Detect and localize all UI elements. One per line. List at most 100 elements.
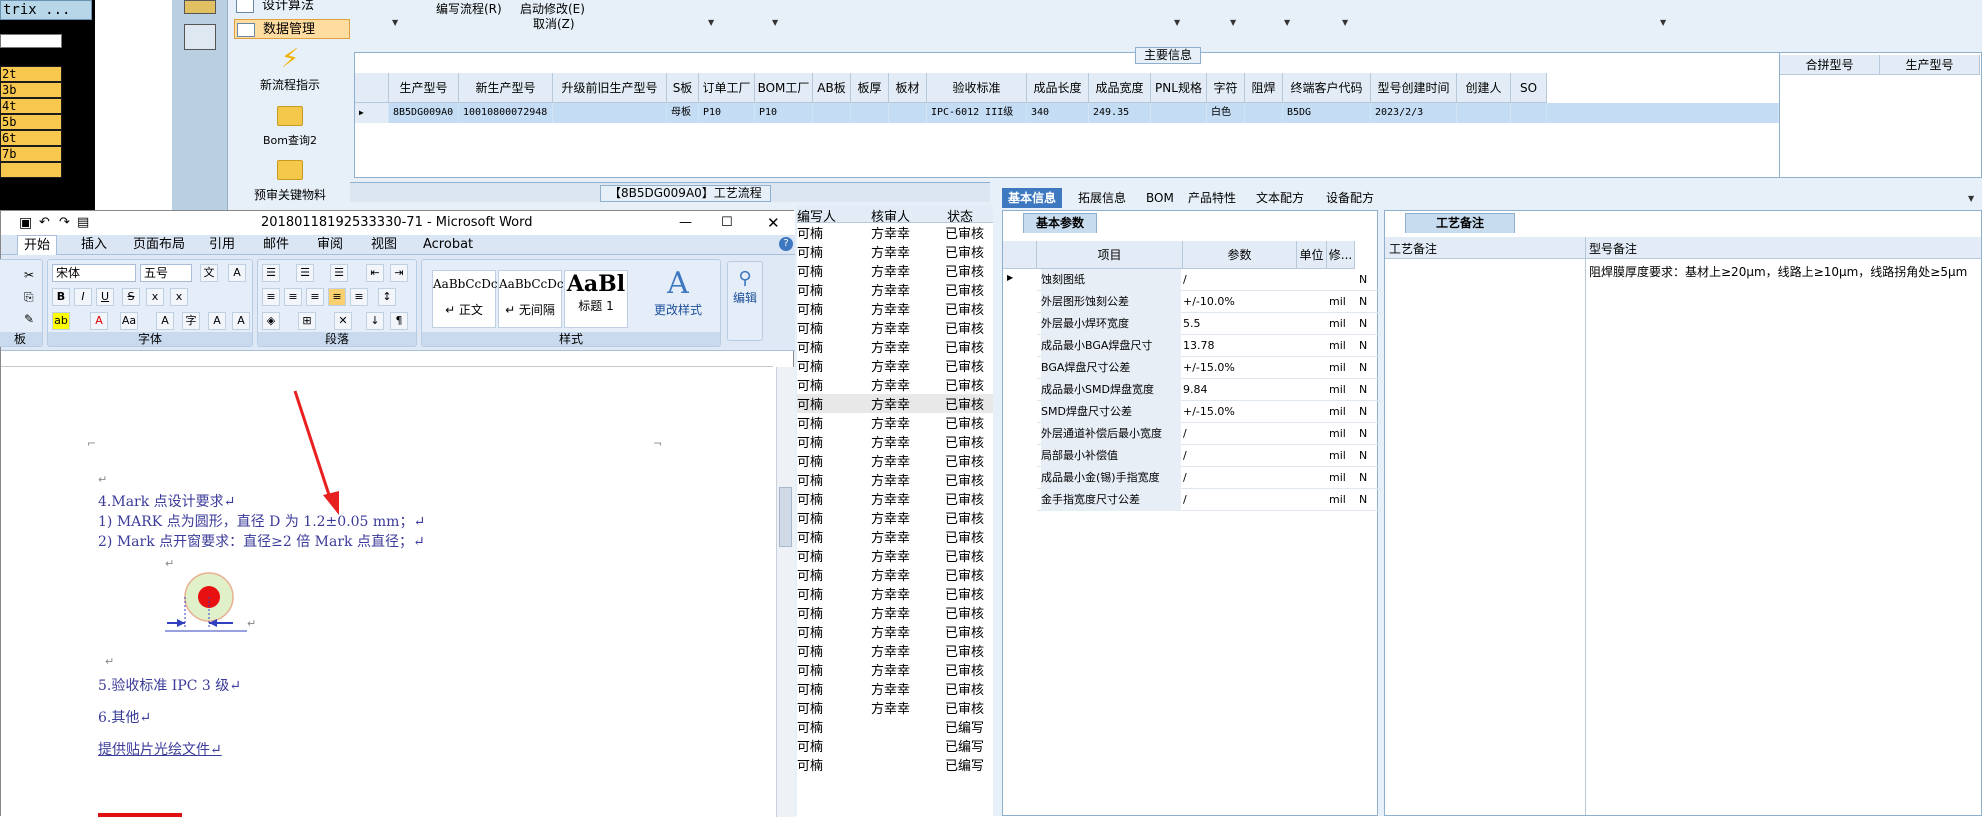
table-row[interactable]: 可楠 方幸幸 已审核 bbox=[797, 356, 993, 375]
main-row-cell[interactable] bbox=[813, 103, 851, 123]
main-col-header[interactable]: 升级前旧生产型号 bbox=[553, 73, 667, 103]
main-row-cell[interactable] bbox=[851, 103, 889, 123]
main-row-cell[interactable] bbox=[1457, 103, 1511, 123]
table-row[interactable]: 蚀刻图纸 / N bbox=[1037, 269, 1381, 291]
tab-page-layout[interactable]: 页面布局 bbox=[133, 235, 185, 255]
main-row-cell[interactable] bbox=[889, 103, 927, 123]
table-row[interactable]: 可楠 方幸幸 已审核 bbox=[797, 565, 993, 584]
align-left-icon[interactable]: ≡ bbox=[262, 288, 280, 306]
table-row[interactable]: 可楠 方幸幸 已审核 bbox=[797, 584, 993, 603]
toolbox-icon[interactable] bbox=[184, 0, 216, 14]
col-model-note[interactable]: 型号备注 bbox=[1589, 240, 1637, 257]
main-col-header[interactable]: S板 bbox=[667, 73, 699, 103]
menu-edit-flow[interactable]: 编写流程(R) bbox=[436, 0, 502, 17]
col-reviewer[interactable]: 核审人 bbox=[871, 206, 910, 222]
subtab-basic-params[interactable]: 基本参数 bbox=[1023, 213, 1098, 233]
main-col-header[interactable]: 成品宽度 bbox=[1089, 73, 1151, 103]
chevron-down-icon[interactable]: ▼ bbox=[708, 18, 714, 27]
table-row[interactable]: 可楠 方幸幸 已审核 bbox=[797, 394, 993, 413]
chevron-down-icon[interactable]: ▼ bbox=[1174, 18, 1180, 27]
doc-line[interactable]: 提供贴片光绘文件↵ bbox=[98, 739, 222, 759]
main-col-header[interactable]: 新生产型号 bbox=[459, 73, 553, 103]
col-param[interactable]: 参数 bbox=[1183, 241, 1297, 269]
col-writer[interactable]: 编写人 bbox=[797, 206, 836, 222]
change-styles-button[interactable]: A 更改样式 bbox=[640, 266, 716, 318]
main-col-header[interactable]: 字符 bbox=[1207, 73, 1245, 103]
main-col-header[interactable]: 订单工厂 bbox=[699, 73, 755, 103]
main-row-cell[interactable]: 白色 bbox=[1207, 103, 1245, 123]
col-unit[interactable]: 单位 bbox=[1297, 241, 1327, 269]
borders-icon[interactable]: ⊞ bbox=[298, 312, 316, 330]
undo-icon[interactable]: ↶ bbox=[39, 211, 50, 235]
main-col-header[interactable]: AB板 bbox=[813, 73, 851, 103]
table-row[interactable]: 可楠 方幸幸 已审核 bbox=[797, 546, 993, 565]
format-painter-icon[interactable]: ✎ bbox=[24, 312, 34, 326]
main-row-cell[interactable]: 2023/2/3 bbox=[1371, 103, 1457, 123]
multilevel-list-icon[interactable]: ☰ bbox=[330, 264, 348, 282]
save-icon[interactable]: ▣ bbox=[19, 211, 32, 235]
main-row-cell[interactable]: P10 bbox=[699, 103, 755, 123]
bold-button[interactable]: B bbox=[52, 288, 70, 306]
shrink-font-icon[interactable]: A bbox=[232, 312, 250, 330]
side-header-merged-model[interactable]: 合拼型号 bbox=[1780, 55, 1880, 75]
table-row[interactable]: 外层图形蚀刻公差 +/-10.0% mil N bbox=[1037, 291, 1381, 313]
table-row[interactable]: 可楠 方幸幸 已审核 bbox=[797, 280, 993, 299]
matrix-input[interactable] bbox=[0, 34, 62, 48]
tab-text-recipe[interactable]: 文本配方 bbox=[1250, 188, 1310, 208]
main-col-header[interactable]: 板材 bbox=[889, 73, 927, 103]
main-row-cell[interactable]: 母板 bbox=[667, 103, 699, 123]
nav-item-data-management[interactable]: 数据管理 bbox=[234, 19, 350, 39]
tab-product-features[interactable]: 产品特性 bbox=[1182, 188, 1242, 208]
tab-equipment-recipe[interactable]: 设备配方 bbox=[1320, 188, 1380, 208]
change-case-icon[interactable]: Aa bbox=[120, 312, 138, 330]
edit-button[interactable]: ⚲ 编辑 bbox=[727, 261, 763, 341]
bullets-icon[interactable]: ☰ bbox=[262, 264, 280, 282]
tab-home[interactable]: 开始 bbox=[17, 235, 58, 255]
main-col-header[interactable]: 生产型号 bbox=[389, 73, 459, 103]
layer-item[interactable]: 4t bbox=[0, 98, 62, 114]
grow-font-icon[interactable]: A bbox=[208, 312, 226, 330]
maximize-icon[interactable]: ☐ bbox=[721, 211, 733, 235]
style-heading-1[interactable]: AaBl 标题 1 bbox=[564, 270, 628, 328]
table-row[interactable]: 可楠 方幸幸 已审核 bbox=[797, 432, 993, 451]
table-row[interactable]: 可楠 方幸幸 已审核 bbox=[797, 413, 993, 432]
redo-icon[interactable]: ↷ bbox=[59, 211, 70, 235]
decrease-indent-icon[interactable]: ⇤ bbox=[366, 264, 384, 282]
main-row-cell[interactable] bbox=[553, 103, 667, 123]
ruler[interactable] bbox=[1, 351, 773, 367]
table-row[interactable]: 可楠 方幸幸 已审核 bbox=[797, 318, 993, 337]
col-process-note[interactable]: 工艺备注 bbox=[1389, 240, 1437, 257]
char-border-icon[interactable]: A bbox=[228, 264, 246, 282]
main-row-cell[interactable] bbox=[1245, 103, 1283, 123]
align-center-icon[interactable]: ≡ bbox=[284, 288, 302, 306]
tab-review[interactable]: 审阅 bbox=[317, 235, 343, 255]
subscript-button[interactable]: x bbox=[146, 288, 164, 306]
bom-query-tool[interactable]: Bom查询2 bbox=[238, 106, 342, 148]
increase-indent-icon[interactable]: ⇥ bbox=[390, 264, 408, 282]
tab-insert[interactable]: 插入 bbox=[81, 235, 107, 255]
table-row[interactable]: 可楠 方幸幸 已审核 bbox=[797, 660, 993, 679]
main-row-cell[interactable] bbox=[1151, 103, 1207, 123]
chevron-down-icon[interactable]: ▼ bbox=[772, 18, 778, 27]
chinese-layout-icon[interactable]: ✕ bbox=[334, 312, 352, 330]
underline-button[interactable]: U bbox=[96, 288, 114, 306]
table-row[interactable]: 成品最小金(锡)手指宽度 / mil N bbox=[1037, 467, 1381, 489]
layer-item[interactable]: 6t bbox=[0, 130, 62, 146]
subtab-process-notes[interactable]: 工艺备注 bbox=[1405, 213, 1516, 233]
style-no-spacing[interactable]: AaBbCcDc ↵ 无间隔 bbox=[498, 270, 564, 328]
pre-review-tool[interactable]: 预审关键物料 bbox=[238, 160, 342, 203]
tab-basic-info[interactable]: 基本信息 bbox=[1002, 188, 1063, 208]
justify-icon[interactable]: ≡ bbox=[328, 288, 346, 306]
cut-icon[interactable]: ✂ bbox=[24, 268, 34, 282]
layer-item[interactable] bbox=[0, 162, 62, 178]
table-row[interactable]: 可楠 方幸幸 已审核 bbox=[797, 375, 993, 394]
tab-acrobat[interactable]: Acrobat bbox=[423, 235, 473, 255]
table-row[interactable]: 可楠 方幸幸 已审核 bbox=[797, 679, 993, 698]
align-right-icon[interactable]: ≡ bbox=[306, 288, 324, 306]
main-row-cell[interactable]: B5DG bbox=[1283, 103, 1371, 123]
doc-line[interactable]: 2) Mark 点开窗要求：直径≥2 倍 Mark 点直径；↵ bbox=[98, 531, 425, 551]
nav-item-design-algorithm[interactable]: 设计算法 bbox=[234, 0, 350, 16]
open-folder-icon[interactable]: ▤ bbox=[77, 211, 89, 235]
table-row[interactable]: 可楠 方幸幸 已审核 bbox=[797, 489, 993, 508]
copy-icon[interactable]: ⎘ bbox=[24, 290, 34, 305]
